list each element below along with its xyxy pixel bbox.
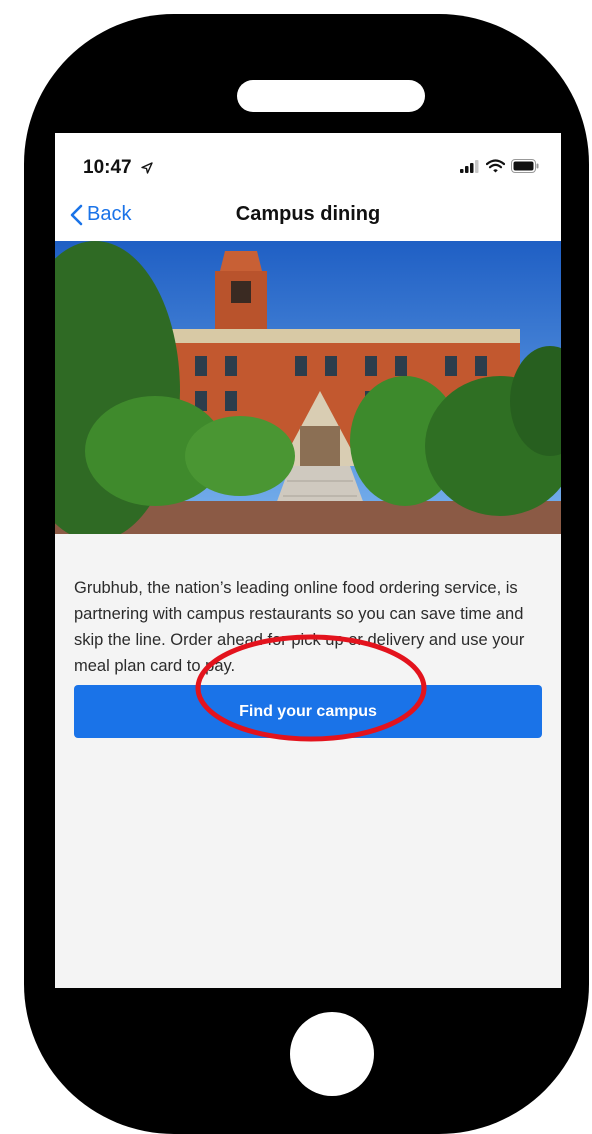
phone-speaker [237,80,425,112]
status-time: 10:47 [83,157,132,178]
top-bar: 10:47 Back Campus dining [55,133,561,241]
campus-building-photo [55,241,561,534]
wifi-icon [486,159,505,173]
highlight-ring-annotation [195,634,427,742]
app-screen: 10:47 Back Campus dining Grubhub, the na… [55,133,561,988]
location-arrow-icon [141,162,153,174]
signal-icon [460,159,479,173]
home-button[interactable] [290,1012,374,1096]
page-title: Campus dining [235,203,381,225]
battery-icon [511,159,539,173]
status-icons [460,159,539,173]
